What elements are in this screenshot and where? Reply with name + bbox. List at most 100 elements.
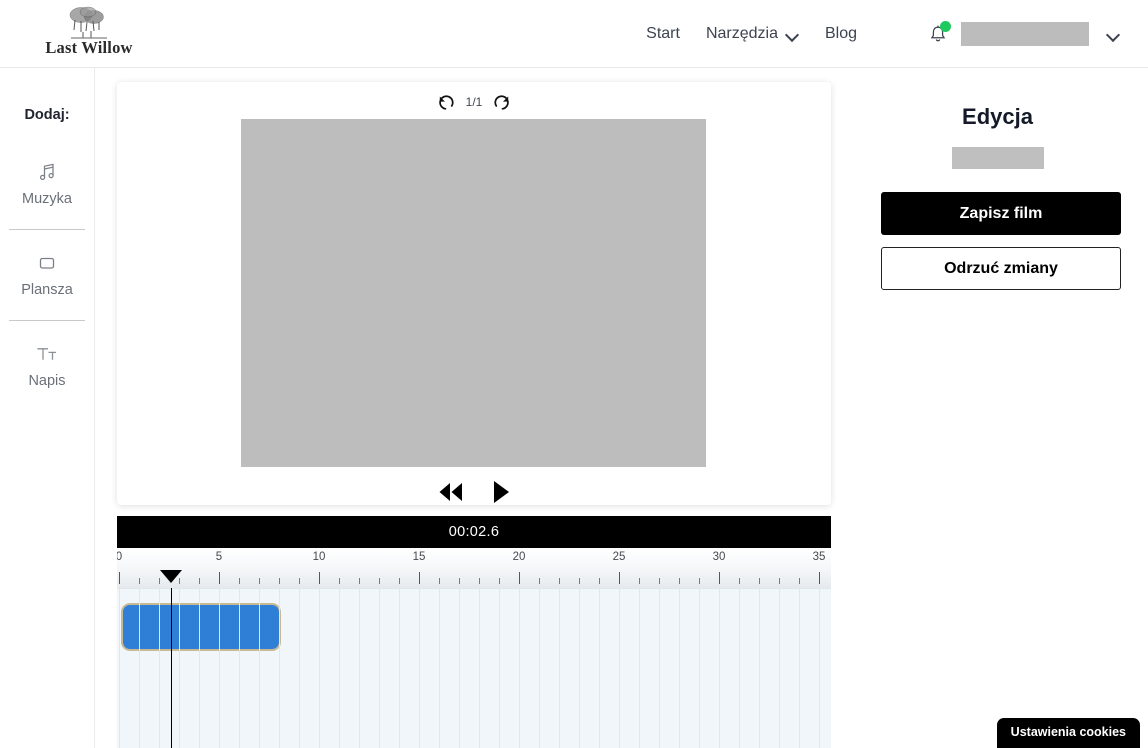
history-controls: 1/1 (117, 89, 831, 115)
sidebar-item-napis[interactable]: Napis (0, 335, 94, 395)
ruler-major-tick (419, 572, 420, 584)
notification-badge-dot (940, 21, 951, 32)
ruler-label: 20 (512, 551, 526, 563)
track-gridline (459, 589, 460, 748)
ruler-minor-tick (199, 578, 200, 584)
redo-icon[interactable] (493, 93, 512, 112)
willow-tree-icon (69, 6, 107, 39)
track-gridline (719, 589, 720, 748)
cookie-settings-button[interactable]: Ustawienia cookies (996, 718, 1140, 748)
ruler-major-tick (819, 572, 820, 584)
undo-icon[interactable] (436, 93, 455, 112)
discard-changes-button[interactable]: Odrzuć zmiany (881, 247, 1121, 290)
ruler-minor-tick (299, 578, 300, 584)
ruler-minor-tick (399, 578, 400, 584)
track-gridline (599, 589, 600, 748)
track-gridline (239, 589, 240, 748)
track-gridline (819, 589, 820, 748)
sidebar-title: Dodaj: (24, 107, 70, 123)
brand-logo[interactable]: Last Willow (34, 4, 144, 64)
ruler-minor-tick (639, 578, 640, 584)
track-gridline (319, 589, 320, 748)
main-nav: Start Narzędzia Blog (646, 0, 1148, 68)
user-menu-chevron-down-icon[interactable] (1107, 30, 1120, 38)
left-sidebar: Dodaj: Muzyka Plansza Napis (0, 68, 95, 748)
track-gridline (299, 589, 300, 748)
ruler-minor-tick (599, 578, 600, 584)
nav-dropdown-narzedzia[interactable]: Narzędzia (706, 25, 799, 43)
track-gridline (419, 589, 420, 748)
music-note-icon (35, 159, 59, 185)
sidebar-item-muzyka[interactable]: Muzyka (0, 153, 94, 213)
ruler-minor-tick (279, 578, 280, 584)
notification-bell-button[interactable] (927, 21, 951, 45)
sidebar-divider-1 (9, 229, 85, 230)
ruler-major-tick (219, 572, 220, 584)
playback-controls (117, 477, 831, 507)
save-film-button[interactable]: Zapisz film (881, 192, 1121, 235)
track-gridline (219, 589, 220, 748)
ruler-label: 15 (412, 551, 426, 563)
ruler-minor-tick (739, 578, 740, 584)
panel-title: Edycja (962, 104, 1033, 129)
ruler-label: 0 (117, 551, 123, 563)
ruler-major-tick (519, 572, 520, 584)
user-name-redacted[interactable] (961, 22, 1089, 46)
track-gridline (179, 589, 180, 748)
ruler-minor-tick (259, 578, 260, 584)
track-gridline (339, 589, 340, 748)
history-counter: 1/1 (465, 95, 483, 109)
track-gridline (139, 589, 140, 748)
track-gridline (499, 589, 500, 748)
timeline-clip[interactable] (121, 603, 281, 651)
track-gridline (679, 589, 680, 748)
text-caption-icon (34, 341, 60, 367)
ruler-minor-tick (579, 578, 580, 584)
track-gridline (699, 589, 700, 748)
sidebar-item-muzyka-label: Muzyka (22, 191, 72, 207)
track-gridline (359, 589, 360, 748)
playhead-handle[interactable] (160, 570, 182, 583)
rectangle-slide-icon (35, 250, 59, 276)
sidebar-item-plansza-label: Plansza (21, 282, 73, 298)
ruler-label: 25 (612, 551, 626, 563)
play-icon[interactable] (490, 479, 512, 505)
ruler-minor-tick (239, 578, 240, 584)
ruler-minor-tick (499, 578, 500, 584)
ruler-major-tick (619, 572, 620, 584)
sidebar-item-napis-label: Napis (28, 373, 66, 389)
nav-link-narzedzia-label: Narzędzia (705, 25, 778, 42)
ruler-minor-tick (359, 578, 360, 584)
chevron-down-icon (786, 30, 799, 38)
track-gridline (619, 589, 620, 748)
rewind-icon[interactable] (437, 480, 465, 504)
ruler-minor-tick (799, 578, 800, 584)
track-gridline (539, 589, 540, 748)
ruler-minor-tick (679, 578, 680, 584)
ruler-minor-tick (659, 578, 660, 584)
track-gridline (399, 589, 400, 748)
timeline-ruler[interactable]: 0 5 10 15 20 25 30 35 (117, 548, 831, 588)
ruler-label: 35 (812, 551, 826, 563)
track-gridline (639, 589, 640, 748)
ruler-minor-tick (439, 578, 440, 584)
ruler-minor-tick (459, 578, 460, 584)
sidebar-item-plansza[interactable]: Plansza (0, 244, 94, 304)
edit-side-panel: Edycja Zapisz film Odrzuć zmiany (847, 68, 1148, 748)
track-gridline (119, 589, 120, 748)
sidebar-divider-2 (9, 320, 85, 321)
timecode-bar: 00:02.6 (117, 516, 831, 548)
ruler-label: 30 (712, 551, 726, 563)
ruler-minor-tick (699, 578, 700, 584)
nav-link-start[interactable]: Start (646, 25, 680, 43)
brand-name: Last Willow (45, 38, 133, 57)
timeline-track-area[interactable] (117, 588, 831, 748)
top-navigation-bar: Last Willow Start Narzędzia Blog (0, 0, 1148, 68)
track-gridline (659, 589, 660, 748)
track-gridline (279, 589, 280, 748)
video-canvas-placeholder[interactable] (241, 119, 706, 467)
ruler-minor-tick (479, 578, 480, 584)
current-timecode: 00:02.6 (448, 524, 500, 540)
ruler-minor-tick (139, 578, 140, 584)
nav-link-blog[interactable]: Blog (825, 25, 857, 43)
